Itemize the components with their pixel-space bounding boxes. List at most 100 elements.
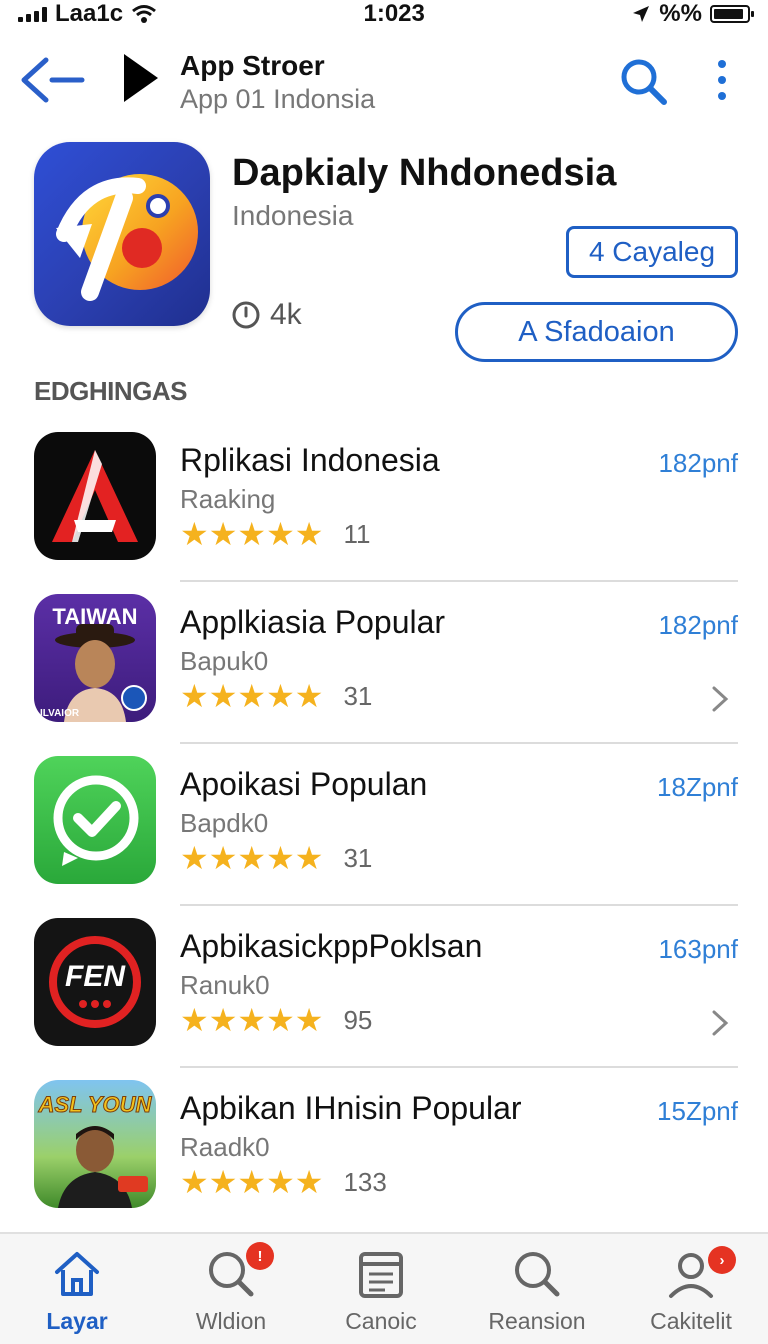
nav-label: Reansion xyxy=(488,1308,586,1334)
star-icon: ★ xyxy=(237,516,267,552)
app-size: 15Zpnf xyxy=(657,1096,738,1126)
status-bar: Laa1c 1:023 %% xyxy=(0,0,768,28)
star-icon: ★ xyxy=(208,1164,238,1200)
star-icon: ★ xyxy=(266,678,295,714)
wifi-icon xyxy=(132,5,157,23)
star-icon: ★ xyxy=(180,1164,209,1200)
app-rating: ★★★★★ 133 xyxy=(180,1166,387,1198)
list-item[interactable]: Rplikasi Indonesia Raaking ★★★★★ 11 182p… xyxy=(0,420,768,582)
app-rating: ★★★★★ 95 xyxy=(180,1004,372,1036)
section-heading: EDGHINGAS xyxy=(34,376,187,406)
star-icon: ★ xyxy=(237,678,267,714)
app-rating: ★★★★★ 31 xyxy=(180,842,372,874)
app-icon xyxy=(34,756,156,884)
app-title: Applkiasia Popular xyxy=(180,604,446,640)
rating-count: 95 xyxy=(343,1004,373,1035)
app-subtitle: Raadk0 xyxy=(180,1132,270,1162)
nav-item-canoic[interactable]: Canoic xyxy=(304,1234,458,1344)
star-icon: ★ xyxy=(180,516,209,552)
colorful-swirl-icon xyxy=(56,174,198,301)
star-icon: ★ xyxy=(237,1164,267,1200)
rating-count: 11 xyxy=(343,518,371,549)
home-icon xyxy=(55,1252,99,1296)
chevron-right-icon[interactable] xyxy=(708,682,732,716)
nav-label: Cakitelit xyxy=(650,1308,732,1334)
list-item[interactable]: FEN ApbikasickppPoklsan Ranuk0 ★★★★★ 95 … xyxy=(0,906,768,1068)
nav-label: Canoic xyxy=(345,1308,417,1334)
search-button[interactable] xyxy=(616,54,672,110)
location-arrow-icon xyxy=(633,6,650,22)
chevron-right-icon[interactable] xyxy=(708,1006,732,1040)
rating-count: 31 xyxy=(343,680,373,711)
star-icon: ★ xyxy=(180,840,209,876)
more-vertical-icon xyxy=(718,60,726,100)
nav-label: Wldion xyxy=(195,1308,267,1334)
star-icon: ★ xyxy=(180,678,209,714)
app-rating: ★★★★★ 11 xyxy=(180,518,370,550)
back-arrow-icon xyxy=(21,57,85,103)
install-button[interactable]: A Sfadoaion xyxy=(455,302,738,362)
app-size: 182pnf xyxy=(658,610,738,640)
rating-count: 133 xyxy=(343,1166,387,1197)
star-icon: ★ xyxy=(208,1002,238,1038)
app-title: ApbikasickppPoklsan xyxy=(180,928,483,964)
app-subtitle: Ranuk0 xyxy=(180,970,270,1000)
notification-badge: › xyxy=(708,1246,736,1274)
featured-app: Dapkialy Nhdonedsia Indonesia 4k 4 Cayal… xyxy=(0,140,768,370)
nav-item-cakitelit[interactable]: › Cakitelit xyxy=(614,1234,768,1344)
app-header: App Stroer App 01 Indonsia xyxy=(0,40,768,124)
app-icon: FEN xyxy=(34,918,156,1046)
carrier-label: Laa1c xyxy=(55,0,124,27)
featured-app-name: Dapkialy Nhdonedsia xyxy=(232,152,617,194)
app-icon: ASL YOUN xyxy=(34,1080,156,1208)
star-icon: ★ xyxy=(294,840,324,876)
icon-text: FEN xyxy=(65,960,126,993)
icon-text: ASL YOUN xyxy=(38,1092,153,1117)
list-item[interactable]: ASL YOUN Apbikan IHnisin Popular Raadk0 … xyxy=(0,1068,768,1230)
app-subtitle: Bapuk0 xyxy=(180,646,269,676)
list-item[interactable]: TAIWAN ILVAIOR Applkiasia Popular Bapuk0… xyxy=(0,582,768,744)
nav-label: Layar xyxy=(46,1308,108,1334)
calendar-icon xyxy=(359,1252,403,1298)
magnifier-icon xyxy=(515,1252,560,1297)
app-subtitle: Bapdk0 xyxy=(180,808,269,838)
app-icon xyxy=(34,432,156,560)
star-rating-icon: ★★★★★ xyxy=(180,1004,323,1036)
star-icon: ★ xyxy=(266,516,295,552)
fen-record-icon: FEN xyxy=(49,936,141,1028)
nav-item-reansion[interactable]: Reansion xyxy=(460,1234,614,1344)
header-subtitle: App 01 Indonsia xyxy=(180,84,376,114)
battery-percent: %% xyxy=(659,0,702,27)
signal-icon xyxy=(18,6,47,22)
app-title: Apbikan IHnisin Popular xyxy=(180,1090,522,1126)
chat-check-icon xyxy=(53,775,139,866)
featured-app-icon[interactable] xyxy=(34,142,210,326)
portrait-badge-icon: TAIWAN ILVAIOR xyxy=(40,604,147,722)
icon-caption: ILVAIOR xyxy=(40,708,80,719)
star-icon: ★ xyxy=(294,1002,324,1038)
star-rating-icon: ★★★★★ xyxy=(180,680,323,712)
star-icon: ★ xyxy=(294,1164,324,1200)
status-left: Laa1c xyxy=(18,0,157,28)
back-button[interactable] xyxy=(18,52,88,108)
featured-app-stat: 4k xyxy=(230,298,302,332)
app-title: Apoikasi Populan xyxy=(180,766,428,802)
category-button[interactable]: 4 Cayaleg xyxy=(566,226,738,278)
star-icon: ★ xyxy=(237,840,267,876)
more-options-button[interactable] xyxy=(704,54,740,110)
nav-item-wldion[interactable]: ! Wldion xyxy=(154,1234,308,1344)
featured-stat-value: 4k xyxy=(270,298,302,331)
star-icon: ★ xyxy=(180,1002,209,1038)
nav-item-layar[interactable]: Layar xyxy=(0,1234,154,1344)
app-title: Rplikasi Indonesia xyxy=(180,442,440,478)
app-subtitle: Raaking xyxy=(180,484,276,514)
letter-a-icon xyxy=(52,450,138,542)
notification-badge: ! xyxy=(246,1242,274,1270)
app-size: 182pnf xyxy=(658,448,738,478)
list-item[interactable]: Apoikasi Populan Bapdk0 ★★★★★ 31 18Zpnf xyxy=(0,744,768,906)
star-icon: ★ xyxy=(266,1002,295,1038)
star-icon: ★ xyxy=(208,678,238,714)
clock-time: 1:023 xyxy=(363,0,425,27)
featured-app-region: Indonesia xyxy=(232,200,354,231)
header-title: App Stroer xyxy=(180,50,325,81)
